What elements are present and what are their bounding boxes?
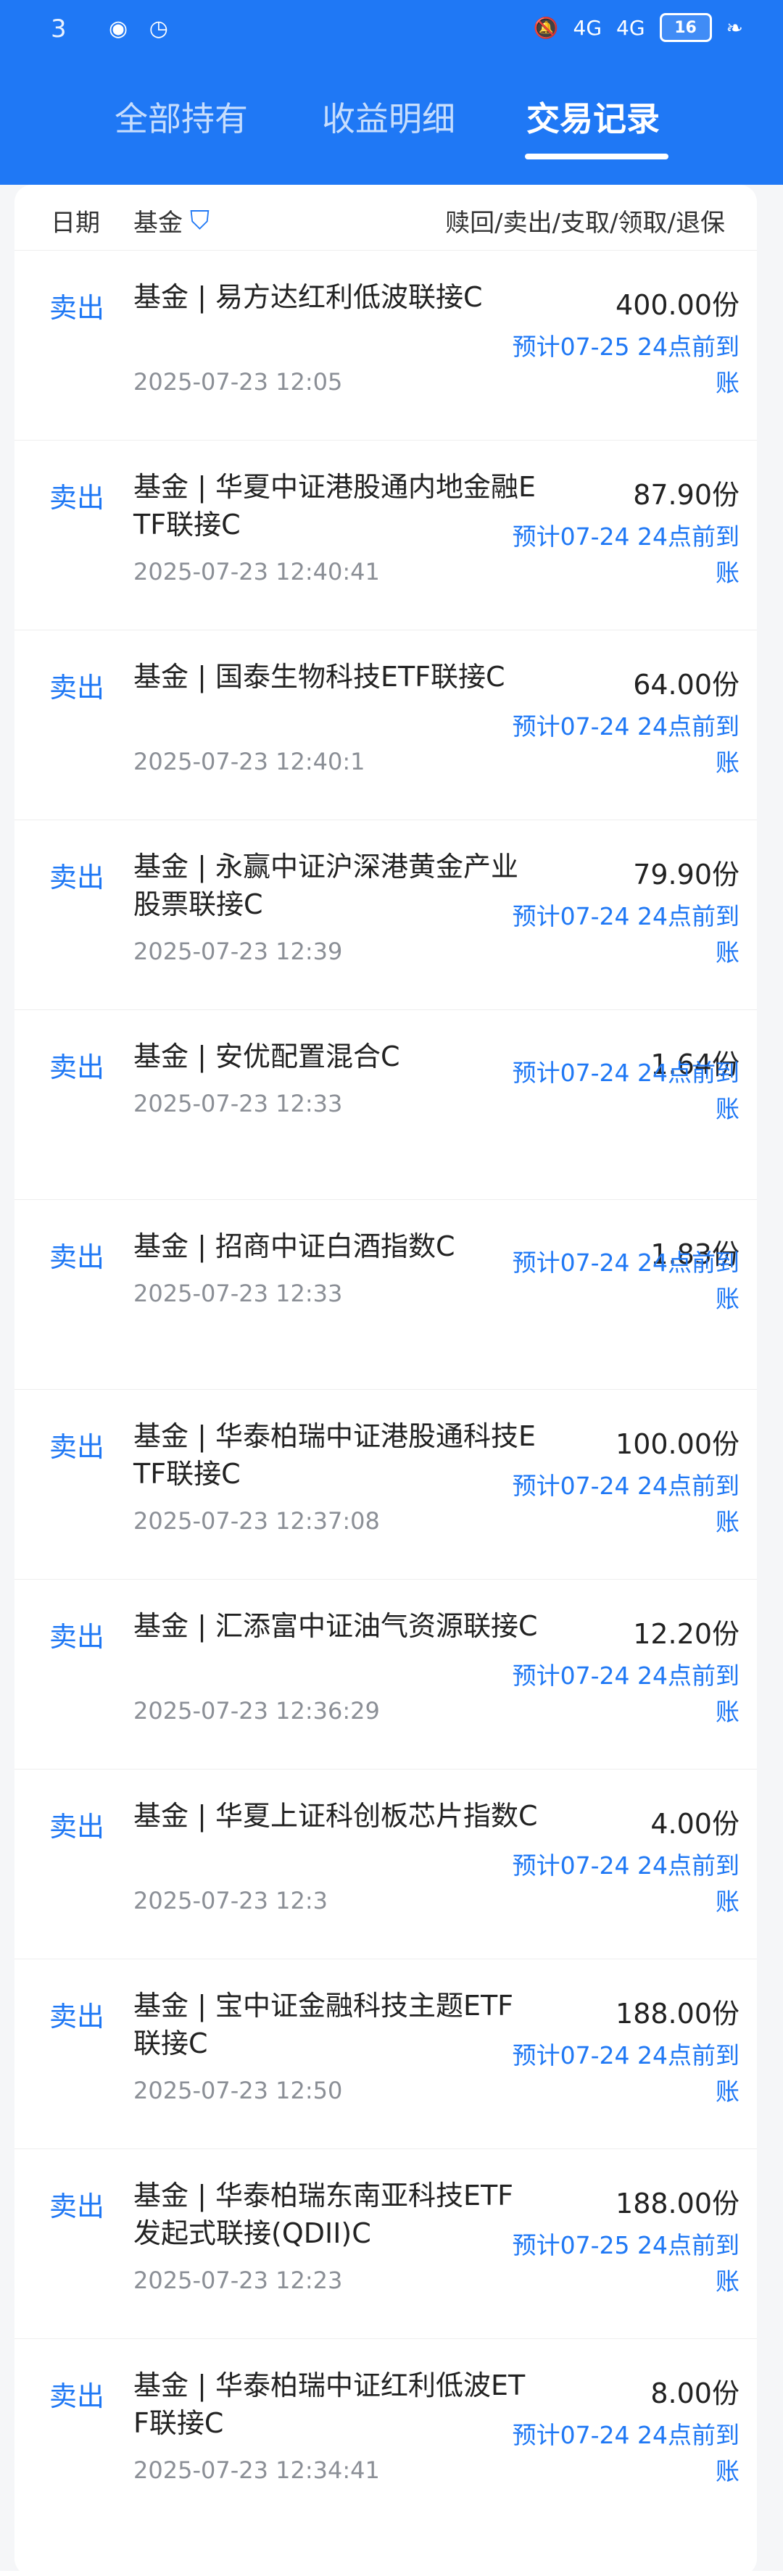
- fund-name: 基金 | 华泰柏瑞中证港股通科技ETF联接C: [133, 1420, 536, 1490]
- transaction-time: 2025-07-23 12:23: [133, 2267, 343, 2294]
- fund-name: 基金 | 华夏上证科创板芯片指数C: [133, 1800, 538, 1832]
- eta: 预计07-25 24点前到账: [512, 333, 740, 397]
- filter-icon[interactable]: ⛉: [190, 206, 210, 236]
- operation-label: 卖出: [49, 1241, 105, 1273]
- amount: 79.90份: [633, 859, 740, 891]
- transaction-time: 2025-07-23 12:37:08: [133, 1507, 380, 1535]
- table-row[interactable]: 卖出 基金 | 汇添富中证油气资源联接C 2025-07-23 12:36:29…: [14, 1579, 757, 1770]
- transaction-time: 2025-07-23 12:36:29: [133, 1697, 380, 1725]
- fund-name: 基金 | 永赢中证沪深港黄金产业股票联接C: [133, 851, 518, 920]
- table-row[interactable]: 卖出 基金 | 易方达红利低波联接C 2025-07-23 12:05 400.…: [14, 250, 757, 441]
- operation-label: 卖出: [49, 2001, 105, 2033]
- status-left-icons: ◉ ◷: [109, 16, 175, 41]
- amount: 12.20份: [633, 1618, 740, 1650]
- amount: 400.00份: [616, 289, 740, 321]
- records-card: 日期 基金 ⛉ 赎回/卖出/支取/领取/退保 卖出 基金 | 易方达红利低波联接…: [14, 185, 757, 2576]
- fund-name: 基金 | 华夏中证港股通内地金融ETF联接C: [133, 471, 536, 541]
- operation-label: 卖出: [49, 672, 105, 704]
- status-time: 3: [51, 14, 67, 43]
- amount: 8.00份: [650, 2377, 740, 2409]
- amount: 188.00份: [616, 1998, 740, 2030]
- table-row[interactable]: 卖出 基金 | 华泰柏瑞中证港股通科技ETF联接C 2025-07-23 12:…: [14, 1389, 757, 1580]
- table-row[interactable]: 卖出 基金 | 招商中证白酒指数C 2025-07-23 12:33 1.83份…: [14, 1199, 757, 1390]
- fund-name: 基金 | 宝中证金融科技主题ETF联接C: [133, 1990, 514, 2059]
- operation-label: 卖出: [49, 1621, 105, 1653]
- table-row[interactable]: 卖出 基金 | 国泰生物科技ETF联接C 2025-07-23 12:40:1 …: [14, 630, 757, 820]
- table-row[interactable]: 卖出 基金 | 华泰柏瑞东南亚科技ETF发起式联接(QDII)C 2025-07…: [14, 2148, 757, 2339]
- operation-label: 卖出: [49, 2380, 105, 2412]
- tabs: 全部持有 收益明细 交易记录 ⌄: [0, 65, 783, 200]
- amount: 87.90份: [633, 479, 740, 511]
- tab-income-details[interactable]: 收益明细: [322, 93, 455, 141]
- active-tab-indicator: [525, 154, 668, 159]
- battery-icon: 16: [659, 13, 712, 42]
- status-bar: 3 ◉ ◷ 🔕 4G 4G 16 ❧: [0, 0, 783, 65]
- signal-2-icon: 4G: [616, 15, 645, 40]
- fund-name: 基金 | 安优配置混合C: [133, 1041, 400, 1072]
- eta: 预计07-25 24点前到账: [512, 2231, 740, 2296]
- fund-name: 基金 | 易方达红利低波联接C: [133, 281, 483, 313]
- operation-label: 卖出: [49, 2191, 105, 2222]
- nfc-icon: ◉: [109, 16, 136, 41]
- fund-name: 基金 | 华泰柏瑞中证红利低波ETF联接C: [133, 2369, 526, 2439]
- header-action: 赎回/卖出/支取/领取/退保: [445, 209, 725, 238]
- transaction-time: 2025-07-23 12:50: [133, 2077, 343, 2104]
- leaf-icon: ❧: [726, 15, 743, 40]
- fund-name: 基金 | 汇添富中证油气资源联接C: [133, 1610, 538, 1642]
- eta: 预计07-24 24点前到账: [512, 712, 740, 777]
- eta: 预计07-24 24点前到账: [512, 1059, 740, 1123]
- amount: 4.00份: [650, 1808, 740, 1840]
- eta: 预计07-24 24点前到账: [512, 1851, 740, 1916]
- operation-label: 卖出: [49, 1811, 105, 1843]
- status-right-icons: 🔕 4G 4G 16 ❧: [534, 13, 743, 42]
- table-row[interactable]: 卖出 基金 | 华夏上证科创板芯片指数C 2025-07-23 12:3 4.0…: [14, 1769, 757, 1959]
- transaction-time: 2025-07-23 12:40:41: [133, 558, 380, 585]
- table-row[interactable]: 卖出 基金 | 宝中证金融科技主题ETF联接C 2025-07-23 12:50…: [14, 1959, 757, 2149]
- transaction-time: 2025-07-23 12:05: [133, 368, 343, 396]
- table-row[interactable]: 卖出 基金 | 华夏中证港股通内地金融ETF联接C 2025-07-23 12:…: [14, 440, 757, 630]
- operation-label: 卖出: [49, 862, 105, 893]
- header-date: 日期: [51, 209, 100, 238]
- table-row[interactable]: 卖出 基金 | 安优配置混合C 2025-07-23 12:33 1.64份 预…: [14, 1009, 757, 1200]
- operation-label: 卖出: [49, 292, 105, 324]
- eta: 预计07-24 24点前到账: [512, 1249, 740, 1313]
- amount: 64.00份: [633, 669, 740, 701]
- operation-label: 卖出: [49, 1431, 105, 1463]
- amount: 188.00份: [616, 2188, 740, 2219]
- transaction-time: 2025-07-23 12:34:41: [133, 2456, 380, 2484]
- eta: 预计07-24 24点前到账: [512, 2421, 740, 2485]
- table-row[interactable]: 卖出 基金 | 永赢中证沪深港黄金产业股票联接C 2025-07-23 12:3…: [14, 820, 757, 1010]
- signal-1-icon: 4G: [573, 15, 602, 40]
- transaction-time: 2025-07-23 12:33: [133, 1090, 343, 1117]
- fund-name: 基金 | 国泰生物科技ETF联接C: [133, 661, 505, 693]
- table-row[interactable]: 卖出 基金 | 华泰柏瑞中证红利低波ETF联接C 2025-07-23 12:3…: [14, 2338, 757, 2529]
- transaction-time: 2025-07-23 12:3: [133, 1887, 328, 1914]
- amount: 100.00份: [616, 1428, 740, 1460]
- operation-label: 卖出: [49, 1051, 105, 1083]
- fund-name: 基金 | 招商中证白酒指数C: [133, 1230, 455, 1262]
- header-type-label: 基金: [133, 209, 183, 238]
- eta: 预计07-24 24点前到账: [512, 902, 740, 967]
- eta: 预计07-24 24点前到账: [512, 2041, 740, 2106]
- tab-trade-records[interactable]: 交易记录: [526, 93, 660, 141]
- eta: 预计07-24 24点前到账: [512, 1662, 740, 1726]
- transaction-time: 2025-07-23 12:33: [133, 1280, 343, 1307]
- fund-name: 基金 | 华泰柏瑞东南亚科技ETF发起式联接(QDII)C: [133, 2180, 514, 2249]
- records-header: 日期 基金 ⛉ 赎回/卖出/支取/领取/退保: [14, 185, 757, 250]
- clock-icon: ◷: [149, 16, 175, 41]
- eta: 预计07-24 24点前到账: [512, 522, 740, 587]
- tab-all-holdings[interactable]: 全部持有: [115, 93, 248, 141]
- eta: 预计07-24 24点前到账: [512, 1472, 740, 1536]
- mute-icon: 🔕: [533, 15, 559, 40]
- transaction-time: 2025-07-23 12:40:1: [133, 748, 365, 775]
- header-type-filter[interactable]: 基金 ⛉: [133, 203, 210, 238]
- transaction-time: 2025-07-23 12:39: [133, 938, 343, 965]
- operation-label: 卖出: [49, 482, 105, 514]
